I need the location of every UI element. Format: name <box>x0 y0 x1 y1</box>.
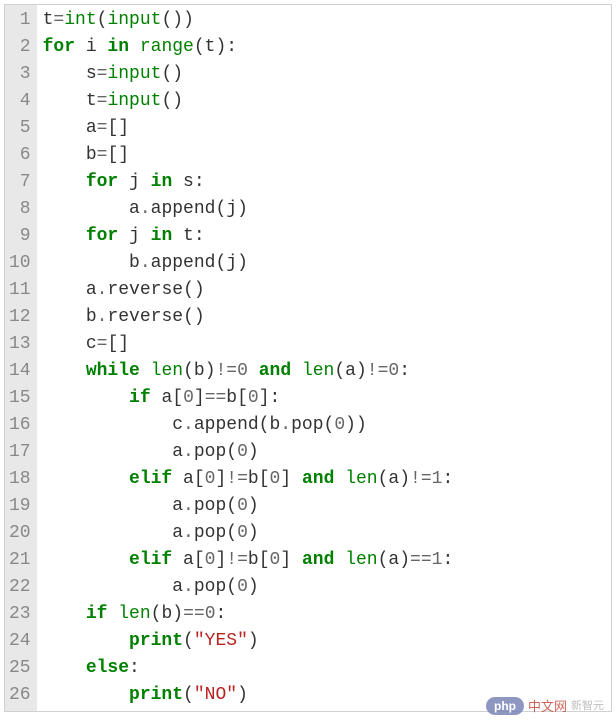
line-number: 2 <box>9 34 31 61</box>
code-line: t=input() <box>43 88 607 115</box>
code-line: c.append(b.pop(0)) <box>43 412 607 439</box>
code-line: while len(b)!=0 and len(a)!=0: <box>43 358 607 385</box>
line-number-gutter: 1234567891011121314151617181920212223242… <box>5 5 37 711</box>
code-line: b.append(j) <box>43 250 607 277</box>
watermark-php-badge: php <box>486 697 524 715</box>
code-line: a.pop(0) <box>43 574 607 601</box>
code-line: s=input() <box>43 61 607 88</box>
line-number: 17 <box>9 439 31 466</box>
code-line: t=int(input()) <box>43 7 607 34</box>
code-line: else: <box>43 655 607 682</box>
watermark-cn-text: 中文网 <box>528 697 567 717</box>
line-number: 8 <box>9 196 31 223</box>
line-number: 16 <box>9 412 31 439</box>
line-number: 22 <box>9 574 31 601</box>
line-number: 14 <box>9 358 31 385</box>
line-number: 11 <box>9 277 31 304</box>
line-number: 12 <box>9 304 31 331</box>
line-number: 9 <box>9 223 31 250</box>
code-line: b.reverse() <box>43 304 607 331</box>
line-number: 23 <box>9 601 31 628</box>
code-block: 1234567891011121314151617181920212223242… <box>4 4 612 712</box>
line-number: 25 <box>9 655 31 682</box>
line-number: 19 <box>9 493 31 520</box>
line-number: 3 <box>9 61 31 88</box>
line-number: 10 <box>9 250 31 277</box>
code-area: t=int(input())for i in range(t): s=input… <box>37 5 611 711</box>
code-line: a.pop(0) <box>43 493 607 520</box>
code-line: print("YES") <box>43 628 607 655</box>
code-line: elif a[0]!=b[0] and len(a)!=1: <box>43 466 607 493</box>
line-number: 15 <box>9 385 31 412</box>
code-line: if a[0]==b[0]: <box>43 385 607 412</box>
line-number: 18 <box>9 466 31 493</box>
line-number: 26 <box>9 682 31 709</box>
code-line: b=[] <box>43 142 607 169</box>
line-number: 7 <box>9 169 31 196</box>
line-number: 13 <box>9 331 31 358</box>
code-line: c=[] <box>43 331 607 358</box>
code-line: a.append(j) <box>43 196 607 223</box>
code-line: if len(b)==0: <box>43 601 607 628</box>
line-number: 21 <box>9 547 31 574</box>
line-number: 1 <box>9 7 31 34</box>
watermark-sub-text: 新智元 <box>571 698 604 715</box>
code-line: a.reverse() <box>43 277 607 304</box>
line-number: 5 <box>9 115 31 142</box>
code-line: a.pop(0) <box>43 520 607 547</box>
line-number: 4 <box>9 88 31 115</box>
line-number: 20 <box>9 520 31 547</box>
line-number: 6 <box>9 142 31 169</box>
code-line: elif a[0]!=b[0] and len(a)==1: <box>43 547 607 574</box>
code-line: a.pop(0) <box>43 439 607 466</box>
code-line: for i in range(t): <box>43 34 607 61</box>
code-line: for j in t: <box>43 223 607 250</box>
code-line: a=[] <box>43 115 607 142</box>
watermark: php 中文网 新智元 <box>486 697 604 717</box>
line-number: 24 <box>9 628 31 655</box>
code-line: for j in s: <box>43 169 607 196</box>
